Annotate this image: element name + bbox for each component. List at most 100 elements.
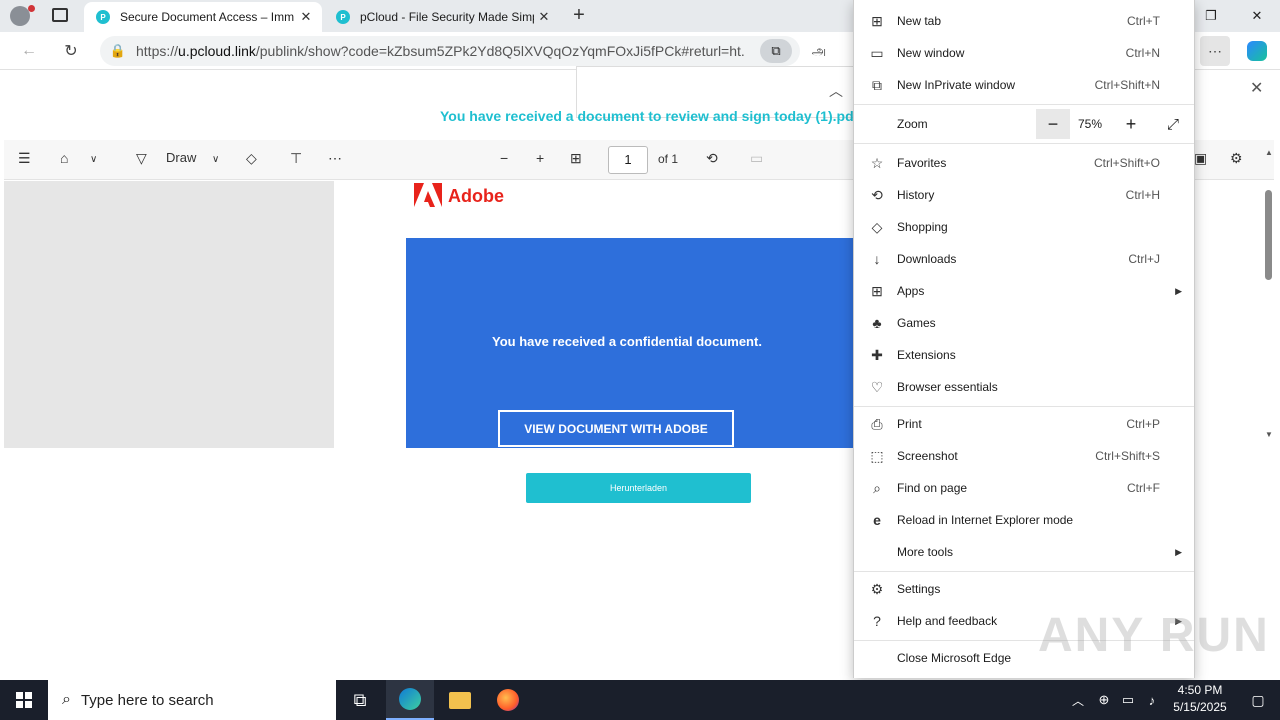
menu-label: History — [897, 188, 935, 202]
menu-label: New window — [897, 46, 965, 60]
menu-item-inprivate[interactable]: ⧉ New InPrivate window Ctrl+Shift+N — [854, 70, 1194, 100]
download-button[interactable]: Herunterladen — [526, 473, 751, 503]
menu-item-more-tools[interactable]: More tools ▶ — [854, 537, 1194, 567]
notifications-icon[interactable]: ▢ — [1234, 680, 1280, 720]
tab-title: pCloud - File Security Made Simp — [360, 10, 534, 24]
menu-label: Shopping — [897, 220, 948, 234]
menu-item-browser-essentials[interactable]: ♡ Browser essentials — [854, 372, 1194, 402]
translate-icon[interactable]: அ — [804, 36, 834, 66]
scroll-up-icon[interactable]: ▲ — [1265, 148, 1273, 157]
tab-secure-document[interactable]: P Secure Document Access – Imm ✕ — [84, 2, 322, 32]
refresh-button[interactable]: ↻ — [56, 36, 86, 66]
system-clock[interactable]: 4:50 PM 5/15/2025 — [1160, 682, 1240, 716]
pdf-settings-gear-icon[interactable]: ⚙ — [1230, 150, 1243, 167]
apps-icon: ⊞ — [871, 282, 883, 299]
zoom-out-icon[interactable]: − — [500, 150, 508, 166]
more-tools-icon[interactable]: ⋯ — [328, 150, 342, 167]
zoom-level: 75% — [1078, 117, 1103, 131]
menu-divider — [854, 406, 1194, 407]
menu-item-find-on-page[interactable]: ⌕ Find on page Ctrl+F — [854, 473, 1194, 503]
url-path: /publink/show?code=kZbsum5ZPk2Yd8Q5lXVQq… — [255, 43, 746, 59]
page-number-input[interactable]: 1 — [608, 146, 648, 174]
menu-item-new-tab[interactable]: ⊞ New tab Ctrl+T — [854, 6, 1194, 36]
read-aloud-icon[interactable]: ⧉ — [760, 39, 792, 63]
rotate-icon[interactable]: ⟲ — [706, 150, 718, 167]
scroll-down-icon[interactable]: ▼ — [1265, 430, 1273, 439]
pdf-document-title: You have received a document to review a… — [440, 108, 859, 124]
text-box-icon[interactable]: ⊤ — [290, 150, 302, 167]
fit-to-width-icon[interactable]: ⊞ — [570, 150, 582, 167]
close-window-button[interactable]: ✕ — [1234, 0, 1280, 32]
view-document-button[interactable]: VIEW DOCUMENT WITH ADOBE — [498, 410, 734, 447]
back-button[interactable]: ← — [14, 36, 44, 66]
start-button[interactable] — [0, 680, 48, 720]
copilot-icon[interactable] — [1242, 36, 1272, 66]
search-icon: ⌕ — [62, 691, 71, 708]
menu-item-games[interactable]: ♣ Games — [854, 308, 1194, 338]
new-tab-button[interactable]: + — [566, 4, 592, 28]
edge-taskbar-icon[interactable] — [386, 680, 434, 720]
close-tab-icon[interactable]: ✕ — [534, 9, 554, 25]
games-icon: ♣ — [872, 315, 882, 331]
chevron-up-icon[interactable]: ︿ — [829, 81, 843, 101]
tab-pcloud[interactable]: P pCloud - File Security Made Simp ✕ — [324, 2, 560, 32]
menu-item-extensions[interactable]: ✚ Extensions — [854, 340, 1194, 370]
menu-item-downloads[interactable]: ↓ Downloads Ctrl+J — [854, 244, 1194, 274]
menu-item-history[interactable]: ⟲ History Ctrl+H — [854, 180, 1194, 210]
network-icon[interactable]: ▭ — [1116, 680, 1140, 720]
workspaces-icon[interactable] — [52, 8, 68, 22]
menu-shortcut: Ctrl+Shift+N — [1094, 78, 1160, 92]
menu-label: Apps — [897, 284, 925, 298]
security-tray-icon[interactable]: ⊕ — [1092, 680, 1116, 720]
chevron-down-icon[interactable]: ∨ — [212, 154, 219, 165]
url-prefix: https:// — [136, 43, 179, 59]
adobe-brand: Adobe — [448, 186, 504, 206]
menu-label: Print — [897, 417, 922, 431]
chevron-down-icon[interactable]: ∨ — [90, 154, 97, 165]
task-view-icon[interactable]: ⧉ — [336, 680, 384, 720]
address-bar[interactable]: 🔒 https://u.pcloud.link/publink/show?cod… — [100, 36, 800, 66]
eraser-icon[interactable]: ◇ — [246, 150, 257, 167]
find-icon: ⌕ — [873, 479, 881, 496]
menu-item-print[interactable]: ⎙ Print Ctrl+P — [854, 409, 1194, 439]
menu-shortcut: Ctrl+H — [1125, 188, 1160, 202]
contents-icon[interactable]: ☰ — [18, 150, 31, 167]
adobe-logo-icon — [414, 183, 442, 207]
windows-logo-icon — [16, 692, 32, 708]
search-placeholder: Type here to search — [80, 691, 214, 709]
inprivate-icon: ⧉ — [872, 76, 882, 93]
heart-pulse-icon: ♡ — [870, 378, 884, 395]
scroll-thumb[interactable] — [1265, 190, 1272, 280]
zoom-in-button[interactable]: + — [1114, 109, 1148, 139]
menu-item-shopping[interactable]: ◇ Shopping — [854, 212, 1194, 242]
draw-label[interactable]: Draw — [166, 150, 196, 165]
save-icon[interactable]: ▣ — [1194, 150, 1207, 167]
menu-item-settings[interactable]: ⚙ Settings — [854, 574, 1194, 604]
menu-divider — [854, 571, 1194, 572]
firefox-icon[interactable] — [484, 680, 532, 720]
zoom-out-button[interactable]: − — [1036, 109, 1070, 139]
menu-item-new-window[interactable]: ▭ New window Ctrl+N — [854, 38, 1194, 68]
chevron-up-icon[interactable]: ︿ — [1066, 680, 1090, 720]
menu-divider — [854, 104, 1194, 105]
taskbar-search[interactable]: ⌕ Type here to search — [48, 680, 336, 720]
menu-item-apps[interactable]: ⊞ Apps ▶ — [854, 276, 1194, 306]
menu-item-favorites[interactable]: ☆ Favorites Ctrl+Shift+O — [854, 148, 1194, 178]
menu-divider — [854, 143, 1194, 144]
menu-item-ie-mode[interactable]: e Reload in Internet Explorer mode — [854, 505, 1194, 535]
fullscreen-icon[interactable]: ⤢ — [1156, 109, 1190, 139]
zoom-in-icon[interactable]: + — [536, 150, 544, 166]
page-view-icon[interactable]: ▭ — [750, 150, 763, 167]
profile-icon[interactable] — [10, 6, 30, 26]
clock-time: 4:50 PM — [1177, 683, 1223, 697]
draw-icon[interactable]: ▽ — [136, 150, 147, 167]
file-explorer-icon[interactable] — [436, 680, 484, 720]
close-tab-icon[interactable]: ✕ — [296, 9, 316, 25]
lock-icon[interactable]: 🔒 — [100, 43, 136, 59]
menu-shortcut: Ctrl+N — [1125, 46, 1160, 60]
highlight-icon[interactable]: ⌂ — [60, 150, 68, 166]
pcloud-favicon: P — [96, 10, 110, 24]
settings-and-more-button[interactable]: ⋯ — [1200, 36, 1230, 66]
menu-item-screenshot[interactable]: ⬚ Screenshot Ctrl+Shift+S — [854, 441, 1194, 471]
close-pdf-panel-icon[interactable]: ✕ — [1250, 78, 1263, 98]
